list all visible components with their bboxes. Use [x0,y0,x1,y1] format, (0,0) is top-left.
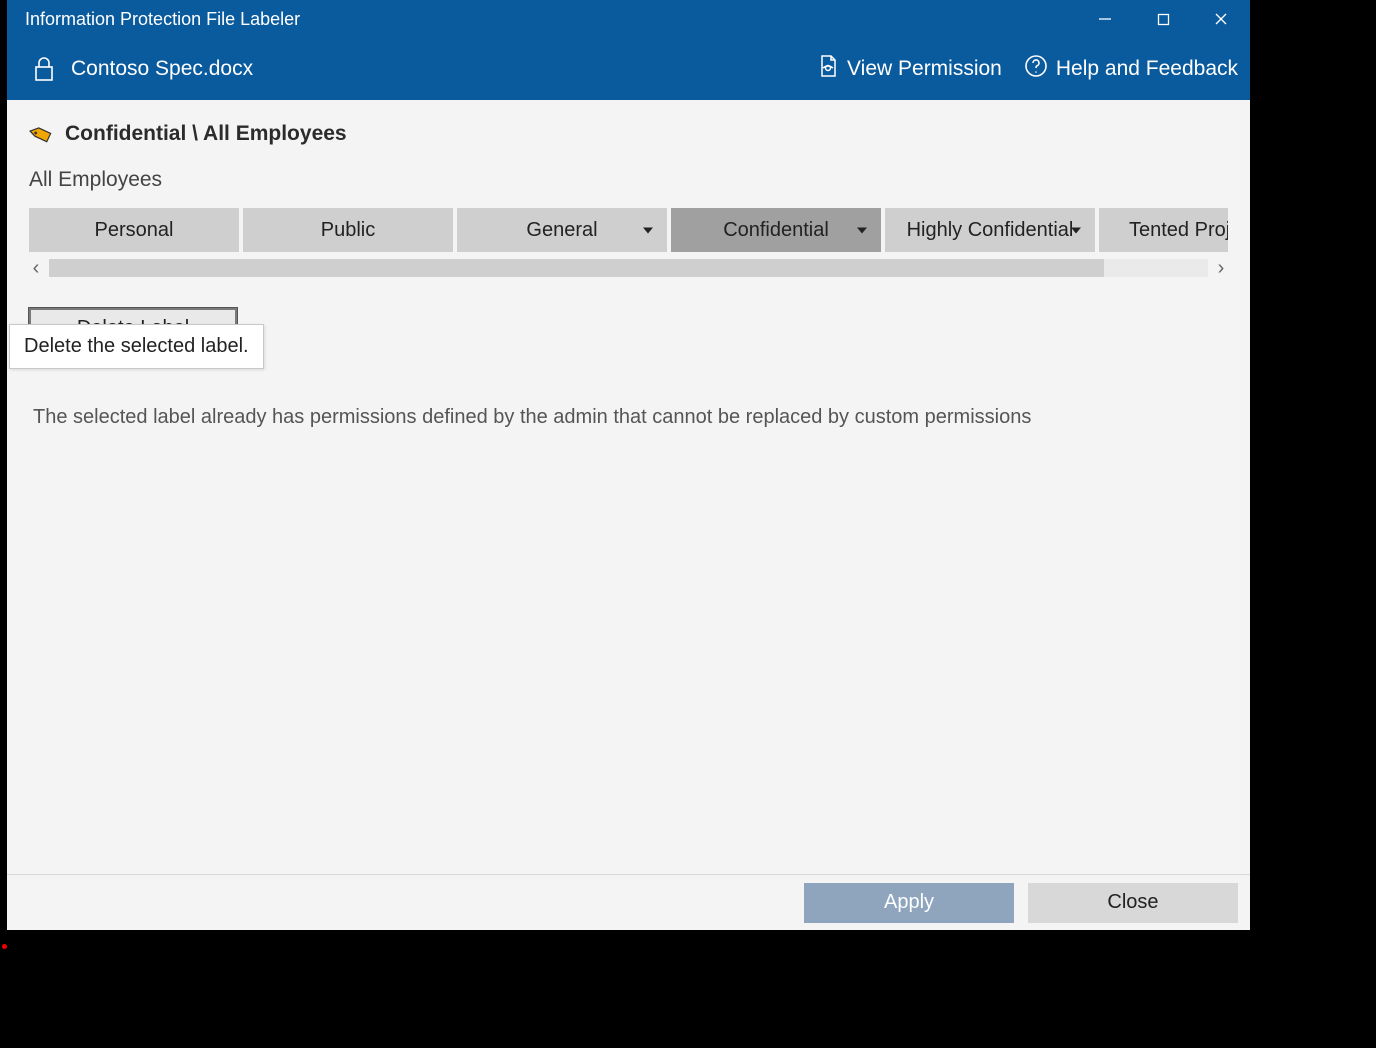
sublabel-text: All Employees [7,152,1250,208]
permission-icon [817,54,839,84]
chevron-down-icon [641,219,655,242]
footer: Apply Close [7,874,1250,930]
label-option-text: Personal [95,219,174,242]
window-controls [1076,0,1250,38]
recording-indicator [2,944,7,949]
minimize-button[interactable] [1076,0,1134,38]
label-option-personal[interactable]: Personal [29,208,239,252]
chevron-down-icon [855,219,869,242]
label-scrollbar[interactable]: ‹ › [29,256,1228,280]
label-option-highly-confidential[interactable]: Highly Confidential [885,208,1095,252]
help-feedback-link[interactable]: Help and Feedback [1024,54,1238,84]
label-option-confidential[interactable]: Confidential [671,208,881,252]
close-icon [1214,12,1228,26]
label-option-tented-project[interactable]: Tented Projec [1099,208,1228,252]
lock-icon [29,55,59,83]
file-name: Contoso Spec.docx [71,57,795,81]
delete-area: Delete Label Delete the selected label. [7,280,1250,348]
window-title: Information Protection File Labeler [25,9,1076,30]
scroll-right-arrow[interactable]: › [1214,258,1228,278]
minimize-icon [1098,12,1112,26]
label-bar: Personal Public General Confidential [29,208,1228,252]
header-row: Contoso Spec.docx View Permission [7,38,1250,100]
chevron-down-icon [1069,219,1083,242]
close-label: Close [1107,891,1158,914]
scroll-track[interactable] [49,259,1208,277]
apply-button[interactable]: Apply [804,883,1014,923]
label-bar-container: Personal Public General Confidential [7,208,1250,280]
view-permission-label: View Permission [847,57,1002,81]
scroll-thumb[interactable] [49,259,1104,277]
help-icon [1024,54,1048,84]
delete-tooltip: Delete the selected label. [9,324,264,369]
label-option-text: General [526,219,597,242]
content-area: Confidential \ All Employees All Employe… [7,100,1250,874]
label-path: Confidential \ All Employees [65,122,347,146]
close-button[interactable]: Close [1028,883,1238,923]
scroll-left-arrow[interactable]: ‹ [29,258,43,278]
label-option-public[interactable]: Public [243,208,453,252]
close-window-button[interactable] [1192,0,1250,38]
titlebar: Information Protection File Labeler [7,0,1250,38]
maximize-button[interactable] [1134,0,1192,38]
tooltip-text: Delete the selected label. [24,335,249,357]
help-feedback-label: Help and Feedback [1056,57,1238,81]
label-option-general[interactable]: General [457,208,667,252]
label-option-text: Tented Projec [1129,219,1228,242]
view-permission-link[interactable]: View Permission [817,54,1002,84]
app-window: Information Protection File Labeler Cont… [7,0,1250,930]
tag-icon [29,122,53,146]
apply-label: Apply [884,891,934,914]
label-option-text: Public [321,219,375,242]
label-path-row: Confidential \ All Employees [7,100,1250,152]
label-option-text: Highly Confidential [907,219,1074,242]
label-option-text: Confidential [723,219,829,242]
maximize-icon [1157,13,1170,26]
